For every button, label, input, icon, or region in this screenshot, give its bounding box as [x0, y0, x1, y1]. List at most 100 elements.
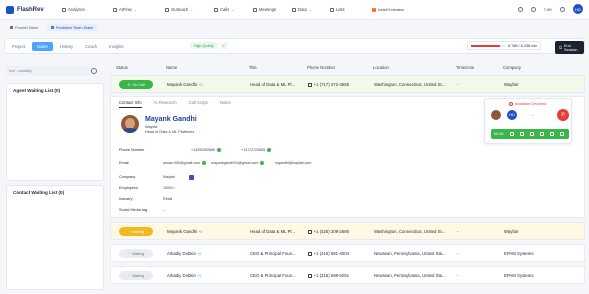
col-name[interactable]: Name: [166, 65, 177, 70]
col-status[interactable]: Status: [116, 65, 128, 70]
phone-icon: [308, 273, 312, 278]
email-value-2[interactable]: mayankgandhi7d@gmail.com: [211, 161, 265, 166]
contact-phone[interactable]: +1 (416) 591-4004: [308, 251, 349, 256]
filter-icon[interactable]: [91, 68, 97, 74]
tab-call-script[interactable]: Call Script: [189, 100, 208, 108]
contact-location: Newtown, Pennsylvania, United Sta...: [374, 251, 446, 256]
col-title[interactable]: Title: [249, 65, 257, 70]
decline-icon: [509, 102, 513, 106]
nav-aiflow[interactable]: AIFlow ⌄: [113, 7, 137, 12]
hold-icon[interactable]: [549, 132, 554, 136]
call-widget: Invitation Declined HD → ✆ 00:06: [484, 98, 572, 144]
contact-company: Wayfair: [504, 82, 519, 87]
help-icon[interactable]: [517, 6, 523, 12]
credit-count[interactable]: 7.9K: [544, 7, 552, 12]
contact-name[interactable]: Mayank Gandhi +0: [167, 82, 202, 87]
contact-phone[interactable]: +1 (425) 209-2680: [308, 229, 349, 234]
calendar-icon: [253, 7, 257, 12]
tab-insights[interactable]: Insights: [104, 42, 128, 51]
phone-value-1[interactable]: +14252092680: [191, 148, 222, 153]
nav-outreach[interactable]: Outreach ⌄: [165, 7, 193, 12]
col-company[interactable]: Company: [503, 65, 521, 70]
tab-history[interactable]: History: [55, 42, 78, 51]
tab-predictive-team-dialer[interactable]: Predictive Team Dialer: [46, 24, 98, 31]
install-extension-link[interactable]: Install Extension: [372, 8, 404, 12]
col-timezone[interactable]: Timezone: [456, 65, 474, 70]
industry-value: Retail: [163, 197, 173, 201]
tab-dialer[interactable]: Dialer: [32, 41, 53, 51]
contact-full-name: Mayank Gandhi: [145, 116, 197, 123]
table-row[interactable]: ✆ On Call Mayank Gandhi +0 Head of Data &…: [110, 75, 585, 93]
status-badge: ✆ On Call: [119, 80, 153, 89]
nav-meetings[interactable]: Meetings: [253, 7, 276, 12]
col-phone[interactable]: Phone Number: [307, 65, 335, 70]
table-row[interactable]: ◔ Waiting Arkadiy Dobkin +0 CEO & Princip…: [110, 244, 585, 262]
email-value-1[interactable]: anuan.050@gmail.com: [163, 161, 207, 166]
nav-label: Lists: [336, 7, 345, 12]
contact-name[interactable]: Arkadiy Dobkin +0: [167, 251, 201, 256]
contact-name[interactable]: Mayank Gandhi +0: [167, 229, 202, 234]
contact-phone[interactable]: +1 (717) 272-3655: [308, 82, 349, 87]
tab-coach[interactable]: Coach: [80, 42, 102, 51]
hang-up-button[interactable]: ✆: [557, 109, 569, 121]
keypad-icon[interactable]: [519, 132, 524, 136]
nav-data[interactable]: Data ⌄: [292, 7, 312, 12]
contact-name[interactable]: Arkadiy Dobkin +0: [167, 273, 201, 278]
mute-icon[interactable]: [509, 132, 514, 136]
settings-icon[interactable]: [560, 6, 565, 12]
chevron-down-icon: ⌄: [231, 7, 235, 12]
nav-label: Meetings: [259, 7, 276, 12]
phone-icon: ✆: [127, 82, 131, 87]
database-icon: [292, 7, 296, 12]
verified-icon: [202, 161, 207, 166]
email-value-3[interactable]: mgandhi@wayfair.com: [275, 161, 311, 165]
tab-parallel-dialer[interactable]: Parallel Dialer: [6, 24, 43, 31]
contact-phone[interactable]: +1 (215) 598-9251: [308, 273, 349, 278]
company-value[interactable]: Wayfair: [163, 175, 175, 179]
nav-calls[interactable]: Calls ⌄: [214, 7, 234, 12]
contact-company: EPAM Systems: [504, 273, 534, 278]
name-text: Mayank Gandhi: [167, 82, 198, 87]
top-right-tools: 7.9K HD: [517, 4, 583, 14]
flashrev-logo-icon: [6, 5, 14, 14]
tab-ai-research[interactable]: AI Research: [154, 100, 177, 108]
col-location[interactable]: Location: [373, 65, 389, 70]
nav-label: Data: [298, 7, 307, 12]
record-icon[interactable]: [529, 132, 534, 136]
status-label: On Call: [132, 82, 145, 87]
extra-tag: +0: [197, 274, 202, 278]
nav-analytics[interactable]: Analytics: [62, 7, 85, 12]
brand-logo[interactable]: FlashRev: [6, 5, 56, 14]
table-row[interactable]: ◔ Waiting Arkadiy Dobkin +0 CEO & Princip…: [110, 266, 585, 284]
tab-contact-info[interactable]: Contact Info: [119, 100, 142, 108]
industry-label: Industry: [119, 197, 133, 201]
clock-icon: ◔: [127, 273, 131, 278]
phone-number: +14252092680: [191, 148, 216, 152]
phone-icon: [308, 229, 312, 234]
verified-icon: [267, 148, 272, 153]
contact-title: CEO & Principal Foun...: [250, 251, 296, 256]
employees-label: Employees: [119, 186, 138, 190]
tab-notes[interactable]: Notes: [220, 100, 231, 108]
contact-photo: [121, 115, 139, 133]
nav-lists[interactable]: Lists: [330, 7, 345, 12]
tab-project[interactable]: Project: [7, 42, 30, 51]
more-icon[interactable]: [559, 132, 564, 136]
transfer-icon[interactable]: [539, 132, 544, 136]
email-text: mayankgandhi7d@gmail.com: [211, 161, 259, 165]
user-avatar[interactable]: HD: [573, 4, 583, 14]
status-badge: ◔ Waiting: [119, 271, 153, 280]
contact-company-line: Wayfair: [145, 125, 158, 129]
phone-value-2[interactable]: +13172723655: [241, 148, 272, 153]
end-session-button[interactable]: ⏻ End Session: [555, 41, 584, 54]
minutes-usage: 8,788 / 8,338 min: [467, 41, 542, 50]
dialer-icon: [50, 26, 54, 29]
list-icon: [330, 7, 334, 12]
search-input[interactable]: test - subsidity: [6, 66, 91, 76]
clock-icon: ◔: [127, 251, 131, 256]
bell-icon[interactable]: [530, 6, 536, 12]
phone-text: +1 (215) 598-9251: [313, 273, 349, 278]
employees-value: 10001+: [163, 186, 176, 190]
status-badge: ◔ Waiting: [119, 249, 153, 258]
table-row[interactable]: ◔ Waiting Mayank Gandhi +0 Head of Data &…: [110, 222, 585, 240]
